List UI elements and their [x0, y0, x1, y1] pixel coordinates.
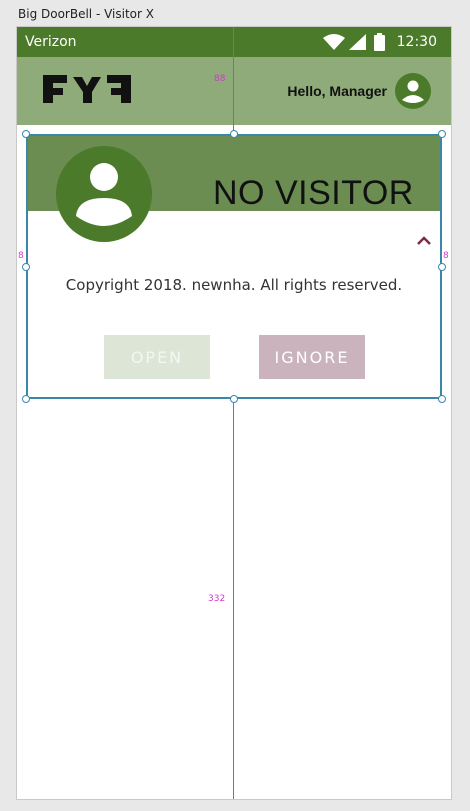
- carrier-name: Verizon: [25, 34, 77, 50]
- chevron-up-icon[interactable]: [416, 233, 432, 251]
- resize-handle-left[interactable]: [22, 263, 30, 271]
- phone-screen: Verizon 12:30 Hello, Manager 88 8 8 332 …: [16, 26, 452, 800]
- resize-handle-top[interactable]: [230, 130, 238, 138]
- visitor-card: NO VISITOR Copyright 2018. newnha. All r…: [26, 134, 442, 399]
- resize-handle-bottom-left[interactable]: [22, 395, 30, 403]
- resize-handle-bottom-right[interactable]: [438, 395, 446, 403]
- status-icons: 12:30: [322, 31, 437, 53]
- app-bar: Hello, Manager: [17, 57, 451, 125]
- battery-icon: [373, 33, 385, 51]
- window-title: Big DoorBell - Visitor X: [18, 7, 154, 21]
- fyf-logo: [41, 71, 133, 112]
- guide-label-top: 88: [214, 74, 226, 84]
- signal-icon: [348, 34, 366, 50]
- guide-label-left: 8: [18, 251, 24, 261]
- user-avatar-icon[interactable]: [395, 73, 431, 114]
- resize-handle-right[interactable]: [438, 263, 446, 271]
- resize-handle-top-left[interactable]: [22, 130, 30, 138]
- greeting-text: Hello, Manager: [287, 83, 387, 99]
- clock: 12:30: [396, 34, 437, 50]
- visitor-avatar-icon: [56, 146, 152, 247]
- guide-label-right: 8: [443, 251, 449, 261]
- ignore-button[interactable]: IGNORE: [259, 335, 365, 379]
- visitor-status-title: NO VISITOR: [213, 174, 414, 212]
- resize-handle-bottom[interactable]: [230, 395, 238, 403]
- copyright-text: Copyright 2018. newnha. All rights reser…: [65, 276, 403, 294]
- status-bar: Verizon 12:30: [17, 27, 451, 57]
- open-button[interactable]: OPEN: [104, 335, 210, 379]
- wifi-icon: [322, 34, 345, 50]
- guide-label-bottom: 332: [208, 594, 226, 604]
- resize-handle-top-right[interactable]: [438, 130, 446, 138]
